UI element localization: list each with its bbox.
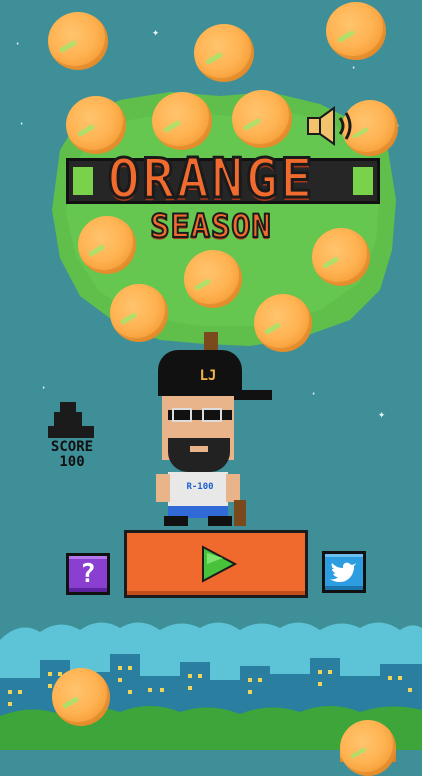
orange-fruit[interactable] <box>340 720 396 776</box>
orange-fruit[interactable] <box>52 668 110 726</box>
city-skyline <box>0 622 422 750</box>
